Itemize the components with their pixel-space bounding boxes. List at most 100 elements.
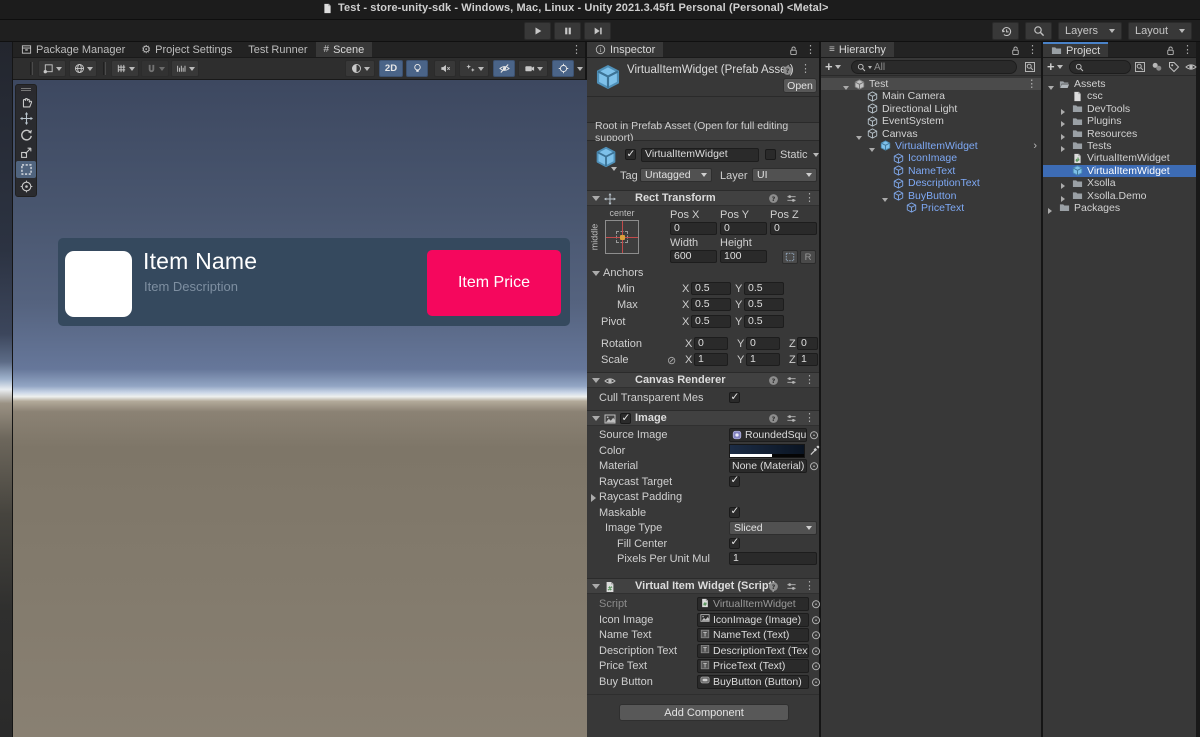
project-item-assets[interactable]: Assets bbox=[1043, 78, 1196, 90]
help-icon[interactable]: ? bbox=[782, 65, 793, 76]
add-component-button[interactable]: Add Component bbox=[619, 704, 789, 721]
foldout-icon[interactable] bbox=[1048, 205, 1052, 217]
kebab-menu-icon[interactable]: ⋮ bbox=[571, 45, 582, 55]
anchor-min-x-field[interactable]: 0.5 bbox=[691, 282, 731, 295]
scene-visibility-button[interactable] bbox=[493, 60, 515, 77]
virtual-item-widget-preview[interactable]: Item Name Item Description Item Price bbox=[58, 238, 570, 326]
view-hand-tool[interactable] bbox=[16, 93, 36, 110]
layers-dropdown[interactable]: Layers bbox=[1058, 22, 1122, 40]
overlay-drag-handle[interactable] bbox=[16, 85, 36, 93]
cull-transparent-mesh-checkbox[interactable] bbox=[729, 392, 740, 403]
play-button[interactable] bbox=[524, 22, 551, 40]
project-item-packages[interactable]: Packages bbox=[1043, 202, 1196, 214]
hierarchy-item-test[interactable]: Test⋮ bbox=[821, 78, 1041, 90]
collapsed-dock-strip[interactable] bbox=[0, 42, 13, 737]
eyedropper-icon[interactable] bbox=[809, 445, 820, 456]
canvas-renderer-header[interactable]: Canvas Renderer ?⋮ bbox=[587, 372, 819, 388]
gizmos-button[interactable] bbox=[552, 60, 574, 77]
kebab-menu-icon[interactable]: ⋮ bbox=[1027, 45, 1038, 55]
kebab-menu-icon[interactable]: ⋮ bbox=[804, 375, 815, 385]
tag-dropdown[interactable]: Untagged bbox=[640, 168, 712, 182]
layout-dropdown[interactable]: Layout bbox=[1128, 22, 1192, 40]
kebab-menu-icon[interactable]: ⋮ bbox=[804, 413, 815, 423]
linked-scale-icon[interactable]: ⊘ bbox=[667, 354, 676, 367]
help-icon[interactable]: ? bbox=[768, 193, 779, 204]
scale-y-field[interactable]: 1 bbox=[746, 353, 780, 366]
lock-icon[interactable] bbox=[1010, 45, 1021, 56]
hierarchy-item-directional-light[interactable]: Directional Light bbox=[821, 103, 1041, 115]
blueprint-mode-button[interactable] bbox=[782, 250, 798, 264]
project-item-resources[interactable]: Resources bbox=[1043, 128, 1196, 140]
anchors-foldout-icon[interactable] bbox=[592, 271, 600, 276]
step-button[interactable] bbox=[584, 22, 611, 40]
foldout-icon[interactable] bbox=[592, 416, 600, 421]
pos-x-field[interactable]: 0 bbox=[670, 222, 717, 235]
project-item-devtools[interactable]: DevTools bbox=[1043, 103, 1196, 115]
tab-inspector[interactable]: i Inspector bbox=[587, 42, 663, 57]
search-by-type-icon[interactable] bbox=[1151, 61, 1163, 73]
fill-center-checkbox[interactable] bbox=[729, 538, 740, 549]
project-item-virtualitemwidget[interactable]: #VirtualItemWidget bbox=[1043, 152, 1196, 164]
grid-snapping-button[interactable] bbox=[141, 60, 169, 77]
pause-button[interactable] bbox=[554, 22, 581, 40]
raw-edit-mode-button[interactable]: R bbox=[800, 250, 816, 264]
hierarchy-search-input[interactable]: All bbox=[851, 60, 1017, 74]
object-picker-icon[interactable]: ⊙ bbox=[811, 598, 821, 610]
anchor-preset-widget[interactable] bbox=[605, 220, 639, 254]
pixels-per-unit-field[interactable]: 1 bbox=[729, 552, 817, 565]
image-type-dropdown[interactable]: Sliced bbox=[729, 521, 817, 535]
tab-test-runner[interactable]: Test Runner bbox=[240, 42, 315, 57]
tab-scene[interactable]: # Scene bbox=[316, 42, 373, 57]
tab-project[interactable]: Project bbox=[1043, 42, 1108, 57]
hierarchy-item-iconimage[interactable]: IconImage bbox=[821, 152, 1041, 164]
width-field[interactable]: 600 bbox=[670, 250, 717, 263]
object-picker-icon[interactable]: ⊙ bbox=[811, 629, 821, 641]
static-checkbox[interactable] bbox=[765, 149, 776, 160]
script-component-header[interactable]: # Virtual Item Widget (Script) ?⋮ bbox=[587, 578, 819, 594]
hierarchy-item-nametext[interactable]: NameText bbox=[821, 165, 1041, 177]
object-field-buy-button[interactable]: BuyButton (Button) bbox=[697, 675, 809, 689]
object-picker-icon[interactable]: ⊙ bbox=[811, 614, 821, 626]
object-picker-icon[interactable]: ⊙ bbox=[809, 429, 819, 441]
rotation-y-field[interactable]: 0 bbox=[746, 337, 780, 350]
color-swatch[interactable] bbox=[729, 444, 805, 458]
hierarchy-item-canvas[interactable]: Canvas bbox=[821, 128, 1041, 140]
kebab-menu-icon[interactable]: ⋮ bbox=[805, 45, 816, 55]
scene-lighting-button[interactable] bbox=[406, 60, 428, 77]
kebab-menu-icon[interactable]: ⋮ bbox=[804, 581, 815, 591]
project-item-virtualitemwidget[interactable]: VirtualItemWidget bbox=[1043, 165, 1196, 177]
material-field[interactable]: None (Material) bbox=[729, 459, 807, 473]
scene-effects-button[interactable] bbox=[459, 60, 489, 77]
rect-transform-header[interactable]: Rect Transform ?⋮ bbox=[587, 190, 819, 206]
scene-viewport[interactable]: Item Name Item Description Item Price bbox=[13, 80, 587, 737]
project-item-xsolla[interactable]: Xsolla bbox=[1043, 177, 1196, 189]
anchor-max-x-field[interactable]: 0.5 bbox=[691, 298, 731, 311]
hierarchy-item-main-camera[interactable]: Main Camera bbox=[821, 90, 1041, 102]
foldout-icon[interactable] bbox=[592, 378, 600, 383]
gameobject-name-field[interactable]: VirtualItemWidget bbox=[641, 148, 759, 162]
draw-mode-button[interactable] bbox=[345, 60, 375, 77]
object-field-price-text[interactable]: TPriceText (Text) bbox=[697, 659, 809, 673]
kebab-menu-icon[interactable]: ⋮ bbox=[804, 193, 815, 203]
tool-handle-pivot-button[interactable] bbox=[38, 60, 66, 77]
scale-x-field[interactable]: 1 bbox=[694, 353, 728, 366]
object-picker-icon[interactable]: ⊙ bbox=[811, 660, 821, 672]
help-icon[interactable]: ? bbox=[768, 375, 779, 386]
object-picker-icon[interactable]: ⊙ bbox=[811, 676, 821, 688]
height-field[interactable]: 100 bbox=[720, 250, 767, 263]
presets-icon[interactable] bbox=[786, 193, 797, 204]
open-prefab-button[interactable]: Open bbox=[783, 78, 817, 93]
rotation-z-field[interactable]: 0 bbox=[797, 337, 818, 350]
presets-icon[interactable] bbox=[786, 413, 797, 424]
image-component-header[interactable]: Image ?⋮ bbox=[587, 410, 819, 426]
object-field-name-text[interactable]: TNameText (Text) bbox=[697, 628, 809, 642]
project-item-xsolla-demo[interactable]: Xsolla.Demo bbox=[1043, 190, 1196, 202]
hierarchy-item-pricetext[interactable]: PriceText bbox=[821, 202, 1041, 214]
foldout-icon[interactable] bbox=[591, 494, 596, 502]
global-search-button[interactable] bbox=[1025, 22, 1052, 40]
scene-audio-button[interactable] bbox=[434, 60, 456, 77]
object-field-description-text[interactable]: TDescriptionText (Text) bbox=[697, 644, 809, 658]
presets-icon[interactable] bbox=[786, 375, 797, 386]
pivot-y-field[interactable]: 0.5 bbox=[744, 315, 784, 328]
scale-z-field[interactable]: 1 bbox=[797, 353, 818, 366]
